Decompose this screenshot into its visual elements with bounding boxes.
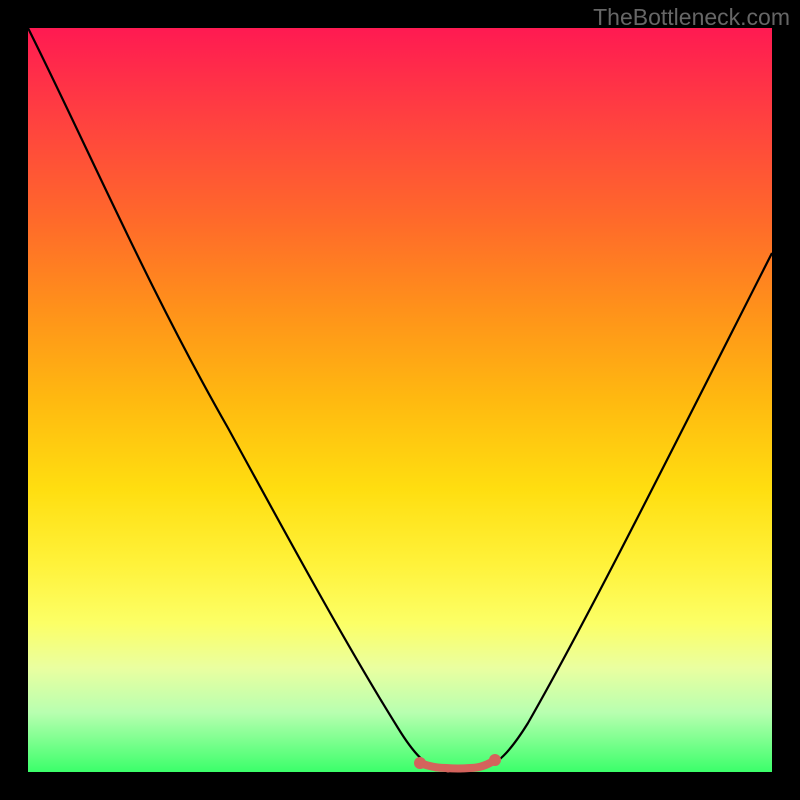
bottleneck-curve: [28, 28, 772, 768]
chart-svg: [28, 28, 772, 772]
optimal-range-marker: [414, 754, 501, 773]
watermark-text: TheBottleneck.com: [593, 4, 790, 31]
chart-frame: TheBottleneck.com: [0, 0, 800, 800]
